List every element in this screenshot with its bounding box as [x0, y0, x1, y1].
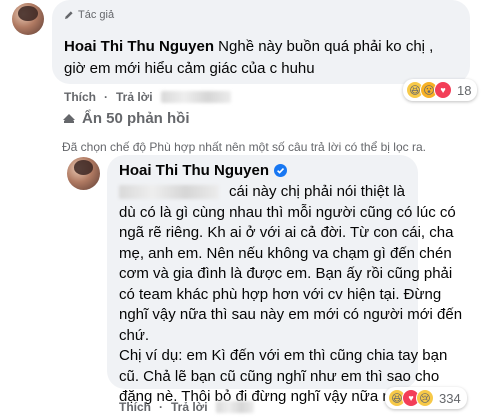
comment-body: cái này chị phải nói thiệt là dù có là g…: [119, 182, 463, 408]
avatar[interactable]: [12, 3, 44, 35]
author-badge: Tác giả: [64, 9, 114, 21]
comment-text-line: dù có là gì cùng nhau thì mỗi người cũng…: [119, 203, 456, 221]
comment-actions: Thích · Trả lời: [119, 400, 254, 414]
chevron-up-icon: [62, 112, 76, 126]
reaction-summary[interactable]: 😆 ♥ 😢 334: [385, 387, 467, 409]
hide-replies-toggle[interactable]: Ẩn 50 phản hồi: [62, 110, 190, 127]
comment-text-line: cái này chị phải nói thiệt là: [229, 183, 405, 200]
comment-text: Hoai Thi Thu Nguyen Nghề này buồn quá ph…: [64, 37, 464, 58]
reaction-summary[interactable]: 😆 😮 ♥ 18: [403, 79, 478, 101]
comment-author-row: Hoai Thi Thu Nguyen: [119, 162, 287, 179]
comment-text-line: chứ.: [119, 326, 150, 344]
sad-reaction-icon: 😢: [416, 389, 434, 407]
author-badge-label: Tác giả: [78, 9, 115, 21]
hide-replies-label[interactable]: Ẩn 50 phản hồi: [82, 110, 190, 127]
reply-button[interactable]: Trả lời: [116, 90, 153, 104]
comment-text-line: mẹ, anh em. Nên nếu không va chạm gì đến…: [119, 244, 452, 262]
reaction-count: 334: [439, 390, 461, 406]
comment-actions: Thích · Trả lời: [64, 90, 231, 104]
comment-text-line: Chị ví dụ: em Kì đến với em thì cũng chi…: [119, 347, 448, 364]
reaction-count: 18: [457, 82, 472, 98]
separator: ·: [104, 90, 108, 104]
comment-text-line: nghĩ vậy nữa thì sau này em mới có người…: [119, 306, 463, 323]
separator: ·: [159, 400, 163, 414]
comment-text-line: Nghề này buồn quá phải ko chị ,: [218, 38, 434, 55]
comment-bubble: Tác giả Hoai Thi Thu Nguyen Nghề này buồ…: [52, 0, 470, 84]
love-reaction-icon: ♥: [434, 81, 452, 99]
comment-text-line: có team khác phù hợp hơn với cv hiện tại…: [119, 285, 442, 303]
comment-text-line: ngã rẽ riêng. Kh ai ở với ai cả đời. Từ …: [119, 224, 454, 241]
filter-notice: Đã chọn chế độ Phù hợp nhất nên một số c…: [62, 140, 426, 154]
reply-button[interactable]: Trả lời: [171, 400, 208, 414]
timestamp[interactable]: [160, 91, 231, 103]
comment-text-line: giờ em mới hiểu cảm giác của c huhu: [64, 60, 315, 77]
verified-badge-icon: [274, 164, 287, 177]
avatar[interactable]: [67, 157, 100, 190]
comment-author[interactable]: Hoai Thi Thu Nguyen: [64, 38, 214, 55]
comment-author[interactable]: Hoai Thi Thu Nguyen: [119, 162, 269, 179]
timestamp[interactable]: [215, 401, 254, 413]
like-button[interactable]: Thích: [119, 400, 151, 414]
like-button[interactable]: Thích: [64, 90, 96, 104]
comment-text-line: cũ. Chả lẽ bạn cũ cũng nghĩ như em thì s…: [119, 367, 440, 385]
pencil-icon: [64, 10, 74, 20]
comment-bubble: Hoai Thi Thu Nguyen cái này chị phải nói…: [107, 155, 462, 405]
comment-text-line: cơm và gia đình là được em. Bạn ấy rồi c…: [119, 265, 453, 282]
